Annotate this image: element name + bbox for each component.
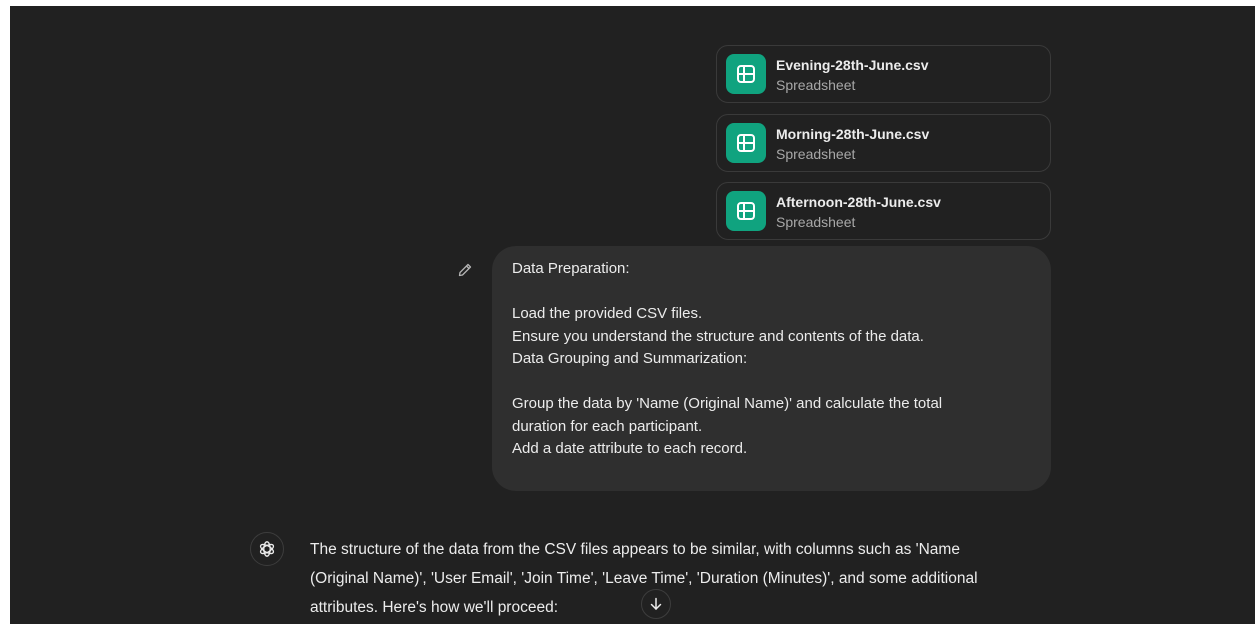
- attachment-name: Evening-28th-June.csv: [776, 57, 929, 73]
- assistant-message: The structure of the data from the CSV f…: [310, 535, 1070, 622]
- spreadsheet-icon: [726, 123, 766, 163]
- attachment-type: Spreadsheet: [776, 214, 856, 230]
- user-message-line: Load the provided CSV files.: [512, 305, 703, 322]
- arrow-down-icon: [650, 597, 662, 610]
- assistant-message-line: (Original Name)', 'User Email', 'Join Ti…: [310, 570, 978, 587]
- assistant-message-line: The structure of the data from the CSV f…: [310, 541, 960, 558]
- user-message-bubble: Data Preparation: Load the provided CSV …: [492, 246, 1051, 491]
- attachment-type: Spreadsheet: [776, 77, 856, 93]
- user-message-line: [512, 371, 1031, 394]
- chat-view: Evening-28th-June.csv Spreadsheet Mornin…: [10, 6, 1255, 624]
- attachment-card-afternoon[interactable]: Afternoon-28th-June.csv Spreadsheet: [716, 182, 1051, 240]
- scroll-to-bottom-button[interactable]: [641, 589, 671, 619]
- attachment-name: Morning-28th-June.csv: [776, 126, 930, 142]
- assistant-message-line: attributes. Here's how we'll proceed:: [310, 599, 559, 616]
- spreadsheet-icon: [726, 54, 766, 94]
- user-message-line: Group the data by 'Name (Original Name)'…: [512, 395, 943, 412]
- user-message-line: Add a date attribute to each record.: [512, 440, 748, 457]
- assistant-avatar: [250, 532, 284, 566]
- user-message-line: Data Grouping and Summarization:: [512, 350, 748, 367]
- attachment-card-evening[interactable]: Evening-28th-June.csv Spreadsheet: [716, 45, 1051, 103]
- attachment-name: Afternoon-28th-June.csv: [776, 194, 941, 210]
- attachment-card-morning[interactable]: Morning-28th-June.csv Spreadsheet: [716, 114, 1051, 172]
- user-message-line: [512, 281, 1031, 304]
- user-message-line: duration for each participant.: [512, 417, 703, 435]
- user-message-line: Data Preparation:: [512, 260, 630, 277]
- user-message-line: Ensure you understand the structure and …: [512, 327, 924, 345]
- attachment-type: Spreadsheet: [776, 146, 856, 162]
- pencil-icon[interactable]: [456, 261, 474, 279]
- openai-logo-icon: [259, 541, 275, 557]
- spreadsheet-icon: [726, 191, 766, 231]
